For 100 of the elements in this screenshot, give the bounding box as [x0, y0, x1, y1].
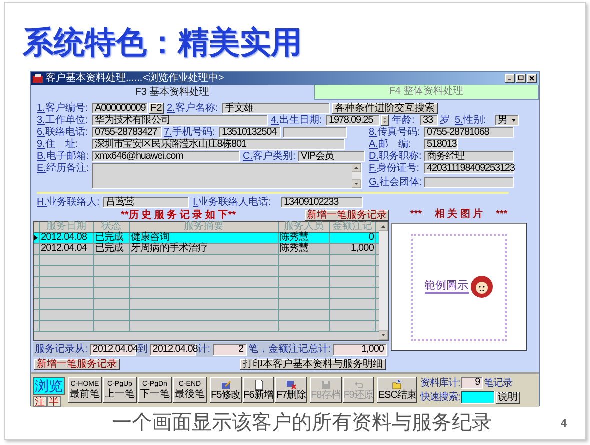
input-field[interactable]: 华为技术有限公司	[92, 115, 268, 126]
input-field[interactable]: 518013	[424, 139, 458, 150]
action-button[interactable]: 打印本客户基本资料与服务明细	[240, 359, 386, 370]
table-cell: 2012.04.08	[40, 233, 94, 243]
table-cell: 健康咨询	[130, 233, 279, 243]
gender-dropdown[interactable]: 男	[495, 115, 519, 126]
page-number: 4	[560, 417, 567, 432]
folder-icon	[392, 380, 402, 390]
input-field[interactable]: 13409102233	[281, 197, 363, 208]
tab[interactable]: F4 整体资料处理	[315, 85, 539, 100]
bottom-tab[interactable]: 半	[47, 396, 61, 407]
input-field[interactable]: 13510132504	[219, 127, 281, 138]
scrollbar	[352, 164, 361, 188]
table-cell: 陈秀慧	[279, 233, 330, 243]
input-field[interactable]: 2	[212, 344, 247, 356]
field-label: I.业务联络人电话:	[193, 197, 272, 208]
maximize-button[interactable]	[516, 74, 526, 83]
column-header: 服务摘要	[130, 222, 279, 232]
field-label: 快速搜索:	[420, 392, 460, 403]
field-label: 8.传真号码:	[369, 127, 422, 138]
input-field: 9	[461, 377, 484, 389]
slide-caption: 一个画面显示该客户的所有资料与服务纪录	[112, 411, 492, 435]
input-field[interactable]: 2012.04.04	[90, 344, 136, 356]
table-row[interactable]: 2012.04.04 已完成 牙周病的手术治疗 陈秀慧 1,000	[34, 244, 379, 255]
mode-indicator: 浏览	[33, 377, 65, 395]
pencil-icon	[220, 380, 231, 390]
input-field[interactable]: 深圳市宝安区民乐路滢水山庄8栋801	[92, 139, 345, 150]
input-field[interactable]: 商务经理	[424, 151, 514, 162]
field-label: F.身份证号:	[369, 163, 421, 174]
input-field[interactable]: VIP会员	[298, 151, 365, 162]
input-field[interactable]: 33	[420, 115, 438, 126]
input-field[interactable]: 0755-28783427	[92, 127, 162, 138]
field-label: 服务记录从:	[35, 344, 88, 355]
sample-picture-caption: 範例圖示	[424, 280, 468, 294]
field-label: 7.手机号码:	[164, 127, 216, 138]
row-pointer-icon	[34, 235, 38, 241]
input-field[interactable]: 2012.04.08	[150, 344, 196, 356]
table-cell: 1,000	[330, 244, 376, 254]
input-field[interactable]: xmx646@huawei.com	[92, 151, 240, 162]
maximize-icon	[517, 75, 525, 82]
table-cell: 已完成	[94, 244, 130, 254]
input-field[interactable]	[424, 177, 514, 188]
field-label: 5.性别:	[455, 115, 488, 126]
field-label: D.职务职称:	[369, 151, 423, 162]
notes-textarea[interactable]	[92, 163, 362, 189]
field-label: 计:	[198, 344, 211, 355]
page-icon	[254, 380, 264, 390]
input-field[interactable]: 0755-28781068	[424, 127, 514, 138]
table-cell: 0	[330, 233, 376, 243]
caret-icon	[510, 116, 518, 125]
minimize-button[interactable]	[505, 74, 515, 83]
field-label: 3.工作单位:	[37, 115, 90, 126]
cartoon-avatar-icon	[470, 275, 494, 299]
form-button[interactable]: 各种条件进阶交互搜索	[332, 103, 438, 114]
input-field[interactable]: 吕莺莺	[103, 197, 189, 208]
unit-label: 笔记录	[484, 378, 512, 388]
field-label: 年龄:	[392, 115, 416, 126]
close-icon	[528, 75, 536, 82]
field-label: B.电子邮箱:	[37, 151, 90, 162]
input-field[interactable]: 420311198409253123	[424, 163, 514, 174]
floppy-icon	[320, 380, 331, 390]
help-button[interactable]: 说明	[496, 392, 520, 404]
field-label: 资料库计:	[420, 378, 460, 388]
tool-button[interactable]: F5修改	[210, 377, 242, 403]
tool-button[interactable]: F7删除	[275, 377, 308, 403]
section-heading: *** 相 关 图 片 ***	[409, 209, 509, 221]
app-icon	[33, 74, 43, 83]
x-icon	[286, 380, 296, 390]
input-field[interactable]	[283, 127, 347, 138]
field-label: G.社会团体:	[369, 177, 424, 188]
field-label: 4.出生日期:	[271, 115, 324, 126]
tool-button: F8存档	[310, 377, 342, 403]
input-field[interactable]: 1,000	[333, 344, 387, 356]
action-button[interactable]: 新增一笔服务记录	[34, 359, 120, 370]
bottom-tab[interactable]: 注	[33, 396, 47, 407]
close-button[interactable]	[527, 74, 537, 83]
table-cell: 牙周病的手术治疗	[130, 244, 279, 254]
table-cell: 陈秀慧	[279, 244, 330, 254]
field-label: C.客户类别:	[243, 151, 297, 162]
table-cell: 2012.04.04	[40, 244, 94, 254]
table-row[interactable]: 2012.04.08 已完成 健康咨询 陈秀慧 0	[34, 233, 379, 244]
spin-button[interactable]	[381, 115, 389, 126]
field-label: A.邮 编:	[369, 139, 412, 150]
column-header: 服务人员	[279, 222, 330, 232]
field-label: 9.住 址:	[37, 139, 80, 150]
input-field[interactable]: 手文雄	[222, 103, 330, 114]
input-field[interactable]: A000000009	[92, 103, 148, 114]
field-label: 6.联络电话:	[37, 127, 90, 138]
field-label: 1.客户编号:	[37, 103, 90, 114]
spin-arrows-icon	[382, 116, 388, 125]
unit-label: 岁	[440, 115, 450, 126]
search-field[interactable]	[461, 391, 496, 404]
form-button[interactable]: F2	[149, 103, 164, 114]
field-label: E.经历备注:	[37, 163, 90, 174]
slide-title: 系统特色：精美实用	[23, 25, 302, 61]
table-cell: 已完成	[94, 233, 130, 243]
input-field[interactable]: 1978.09.25	[326, 115, 380, 126]
window-title: 客户基本资料处理......<浏览作业处理中>	[46, 72, 224, 84]
column-header: 金额注记	[330, 222, 376, 232]
field-label: 到	[138, 344, 148, 355]
